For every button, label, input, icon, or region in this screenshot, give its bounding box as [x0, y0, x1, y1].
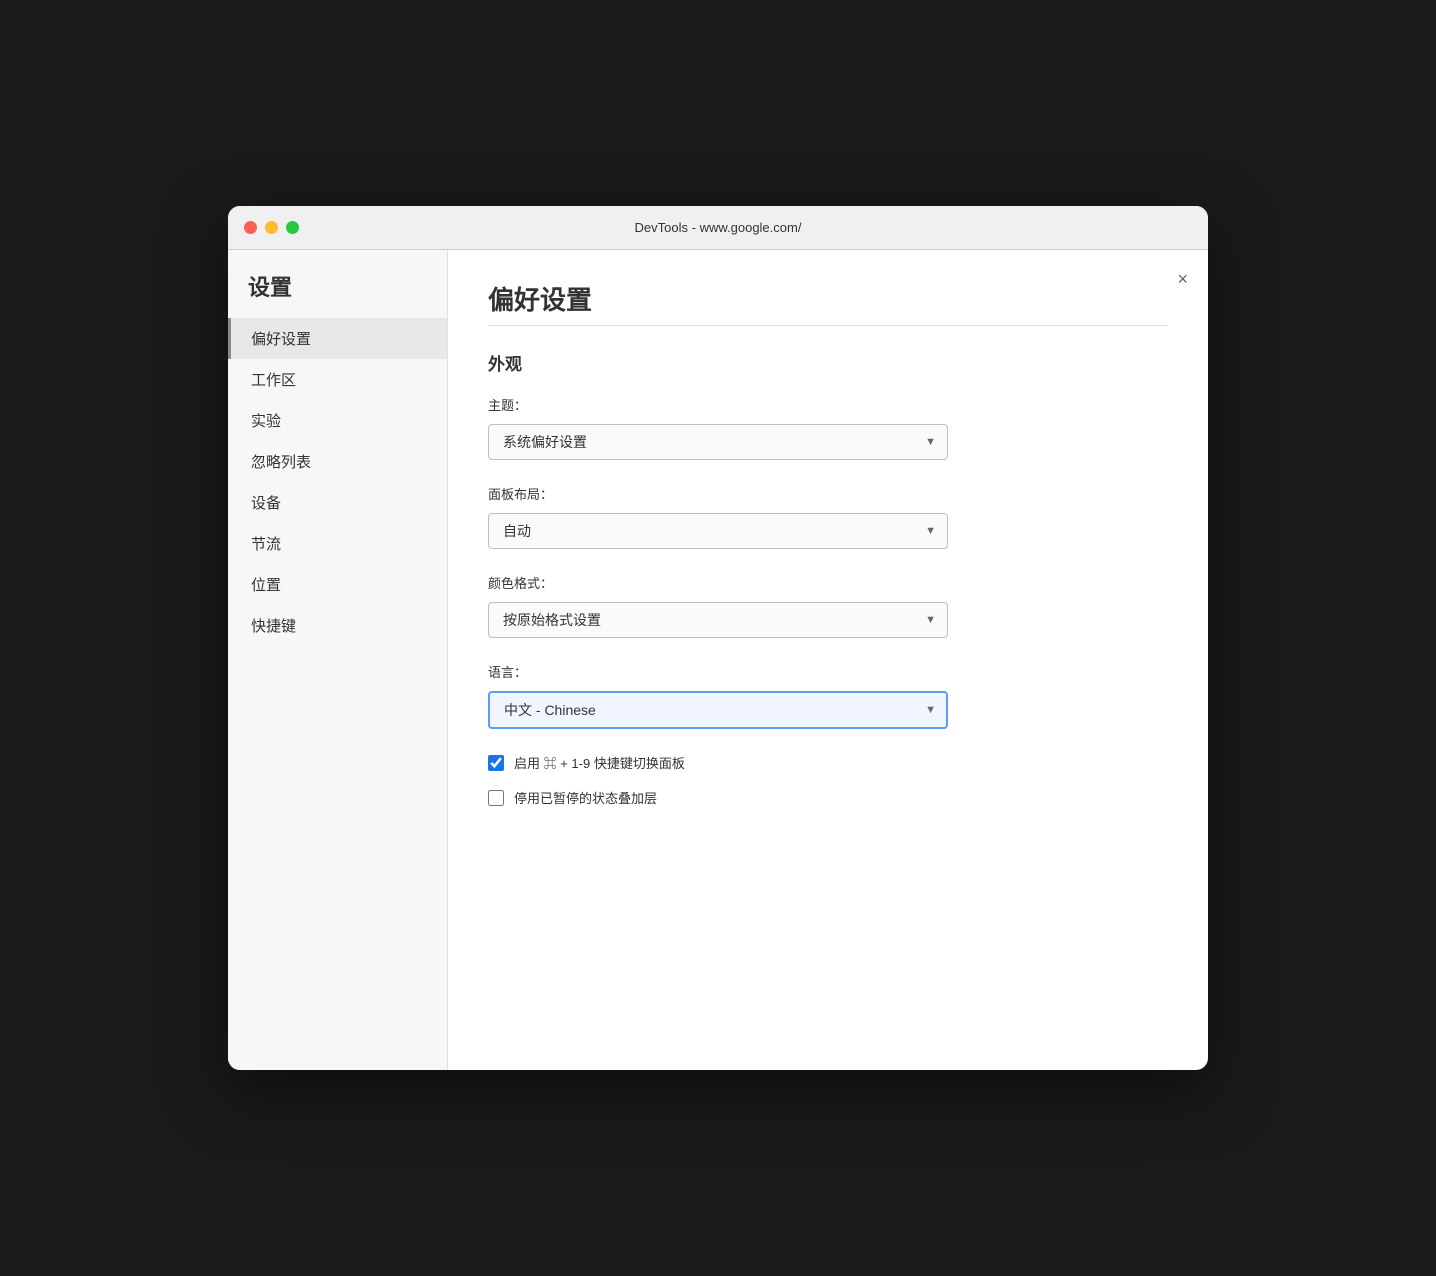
appearance-section-title: 外观	[488, 350, 1168, 375]
panel-layout-label: 面板布局：	[488, 484, 1168, 503]
color-format-field: 颜色格式： 按原始格式设置 HEX RGB HSL ▼	[488, 573, 1168, 638]
traffic-lights	[244, 221, 299, 234]
page-title: 偏好设置	[488, 280, 1168, 317]
language-select[interactable]: 中文 - Chinese English 日本語 한국어	[488, 691, 948, 729]
shortcut-checkbox-label: 启用 ⌘ + 1-9 快捷键切换面板	[514, 753, 685, 772]
close-button[interactable]	[244, 221, 257, 234]
sidebar: 设置 偏好设置 工作区 实验 忽略列表 设备 节流 位置 快捷	[228, 250, 448, 1070]
sidebar-item-preferences[interactable]: 偏好设置	[228, 318, 447, 359]
sidebar-item-ignorelist[interactable]: 忽略列表	[228, 441, 447, 482]
shortcut-checkbox[interactable]	[488, 755, 504, 771]
window-title: DevTools - www.google.com/	[635, 220, 802, 235]
theme-select[interactable]: 系统偏好设置 浅色 深色	[488, 424, 948, 460]
maximize-button[interactable]	[286, 221, 299, 234]
overlay-checkbox-label: 停用已暂停的状态叠加层	[514, 788, 657, 807]
color-format-select-wrapper: 按原始格式设置 HEX RGB HSL ▼	[488, 602, 948, 638]
overlay-checkbox-group: 停用已暂停的状态叠加层	[488, 788, 1168, 807]
color-format-label: 颜色格式：	[488, 573, 1168, 592]
theme-field: 主题： 系统偏好设置 浅色 深色 ▼	[488, 395, 1168, 460]
titlebar: DevTools - www.google.com/	[228, 206, 1208, 250]
sidebar-item-throttling[interactable]: 节流	[228, 523, 447, 564]
sidebar-item-workspace[interactable]: 工作区	[228, 359, 447, 400]
section-divider	[488, 325, 1168, 326]
sidebar-item-devices[interactable]: 设备	[228, 482, 447, 523]
shortcut-checkbox-group: 启用 ⌘ + 1-9 快捷键切换面板	[488, 753, 1168, 772]
theme-label: 主题：	[488, 395, 1168, 414]
color-format-select[interactable]: 按原始格式设置 HEX RGB HSL	[488, 602, 948, 638]
panel-layout-select[interactable]: 自动 水平 垂直	[488, 513, 948, 549]
sidebar-item-shortcuts[interactable]: 快捷键	[228, 605, 447, 646]
theme-select-wrapper: 系统偏好设置 浅色 深色 ▼	[488, 424, 948, 460]
content-area: 设置 偏好设置 工作区 实验 忽略列表 设备 节流 位置 快捷	[228, 250, 1208, 1070]
main-content: × 偏好设置 外观 主题： 系统偏好设置 浅色 深色 ▼ 面板布局：	[448, 250, 1208, 1070]
language-label: 语言：	[488, 662, 1168, 681]
sidebar-heading: 设置	[228, 270, 447, 318]
panel-layout-select-wrapper: 自动 水平 垂直 ▼	[488, 513, 948, 549]
overlay-checkbox[interactable]	[488, 790, 504, 806]
panel-layout-field: 面板布局： 自动 水平 垂直 ▼	[488, 484, 1168, 549]
sidebar-item-locations[interactable]: 位置	[228, 564, 447, 605]
language-select-wrapper: 中文 - Chinese English 日本語 한국어 ▼	[488, 691, 948, 729]
language-field: 语言： 中文 - Chinese English 日本語 한국어 ▼	[488, 662, 1168, 729]
sidebar-item-experiments[interactable]: 实验	[228, 400, 447, 441]
minimize-button[interactable]	[265, 221, 278, 234]
dialog-close-button[interactable]: ×	[1177, 270, 1188, 288]
app-window: DevTools - www.google.com/ 设置 偏好设置 工作区 实…	[228, 206, 1208, 1070]
